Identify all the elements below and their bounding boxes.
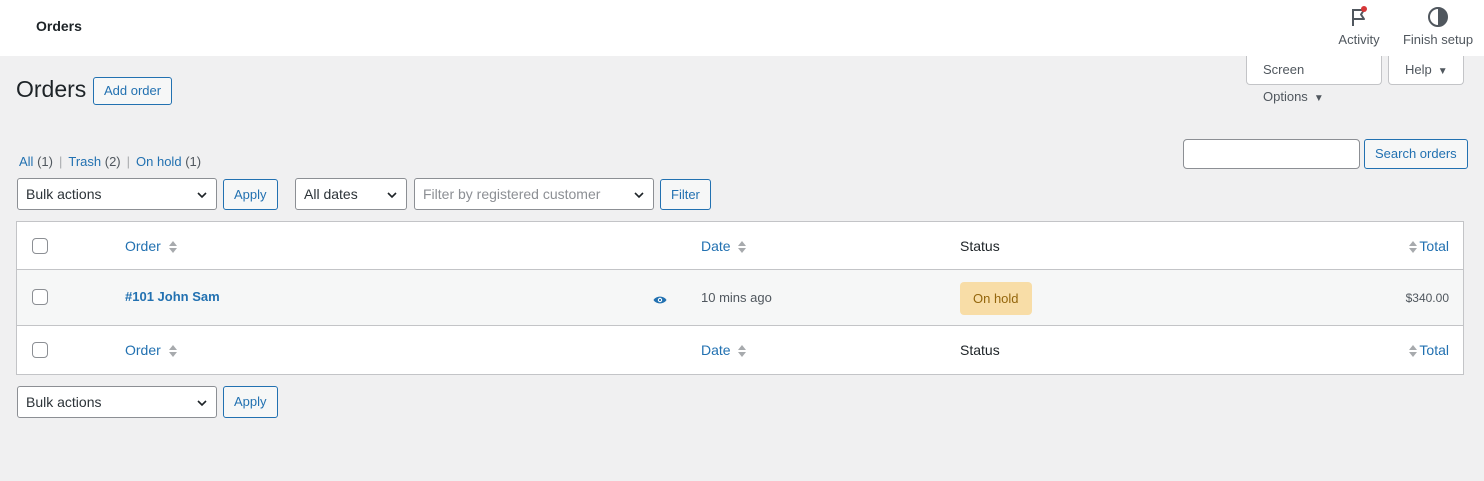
bulk-actions-select-bottom[interactable]: Bulk actions (17, 386, 217, 418)
finish-setup-button[interactable]: Finish setup (1400, 6, 1476, 47)
date-column-header[interactable]: Date (701, 238, 747, 255)
order-column-label: Order (125, 238, 161, 254)
separator: | (58, 154, 63, 169)
bulk-actions-value: Bulk actions (26, 394, 102, 410)
caret-down-icon: ▼ (1437, 66, 1448, 77)
search-orders-input[interactable] (1183, 139, 1360, 169)
customer-filter-placeholder: Filter by registered customer (423, 186, 601, 202)
separator: | (126, 154, 131, 169)
apply-button-top[interactable]: Apply (223, 179, 278, 210)
order-column-footer[interactable]: Order (125, 342, 178, 359)
page-title: Orders (16, 76, 87, 102)
chevron-down-icon (197, 400, 207, 407)
customer-filter-select[interactable]: Filter by registered customer (414, 178, 654, 210)
sort-icon (168, 241, 177, 254)
activity-label: Activity (1338, 32, 1380, 47)
help-label: Help (1405, 62, 1432, 77)
sort-icon (168, 345, 177, 358)
help-button[interactable]: Help ▼ (1388, 56, 1464, 85)
total-column-footer[interactable]: Total (1408, 342, 1449, 359)
select-all-checkbox[interactable] (32, 238, 48, 254)
view-filters: All (1) | Trash (2) | On hold (1) (19, 154, 201, 169)
header-title: Orders (36, 18, 82, 34)
total-column-label: Total (1419, 238, 1449, 254)
view-all-link[interactable]: All (19, 154, 33, 169)
sort-icon (738, 241, 747, 254)
date-column-label: Date (701, 238, 731, 254)
status-column-footer: Status (960, 342, 1000, 358)
flag-icon (1352, 6, 1367, 26)
chevron-down-icon (387, 192, 397, 199)
view-on-hold-count: (1) (185, 154, 202, 169)
date-column-label: Date (701, 342, 731, 358)
sort-icon (1409, 345, 1418, 358)
finish-setup-label: Finish setup (1402, 32, 1474, 47)
screen-options-label: Screen Options (1263, 62, 1308, 104)
bulk-actions-value: Bulk actions (26, 186, 102, 202)
order-date: 10 mins ago (701, 290, 772, 305)
table-row: #101 John Sam 10 mins ago On hold $340.0… (17, 270, 1463, 326)
select-all-checkbox-footer[interactable] (32, 342, 48, 358)
view-on-hold-link[interactable]: On hold (136, 154, 182, 169)
bulk-actions-select-top[interactable]: Bulk actions (17, 178, 217, 210)
total-column-header[interactable]: Total (1408, 238, 1449, 255)
screen-options-button[interactable]: Screen Options ▼ (1246, 56, 1382, 104)
apply-button-bottom[interactable]: Apply (223, 386, 278, 418)
caret-down-icon: ▼ (1313, 93, 1324, 104)
status-column-header: Status (960, 238, 1000, 254)
view-trash-link[interactable]: Trash (68, 154, 101, 169)
orders-table: Order Date Status Total #101 John Sam 10… (16, 221, 1464, 375)
status-badge: On hold (960, 282, 1032, 315)
row-checkbox[interactable] (32, 289, 48, 305)
view-all-count: (1) (37, 154, 53, 169)
chevron-down-icon (197, 192, 207, 199)
order-link[interactable]: #101 John Sam (125, 289, 220, 304)
activity-button[interactable]: Activity (1332, 6, 1386, 47)
table-header-row: Order Date Status Total (17, 222, 1463, 270)
dates-value: All dates (304, 186, 358, 202)
order-column-header[interactable]: Order (125, 238, 178, 255)
order-column-label: Order (125, 342, 161, 358)
add-order-button[interactable]: Add order (93, 77, 173, 105)
table-footer-row: Order Date Status Total (17, 326, 1463, 374)
sort-icon (1409, 241, 1418, 254)
half-circle-icon (1428, 7, 1448, 27)
dates-select[interactable]: All dates (295, 178, 407, 210)
total-column-label: Total (1419, 342, 1449, 358)
search-orders-button[interactable]: Search orders (1364, 139, 1468, 169)
preview-eye-icon[interactable] (653, 292, 667, 308)
sort-icon (738, 345, 747, 358)
order-total: $340.00 (1405, 291, 1449, 305)
chevron-down-icon (634, 192, 644, 199)
view-trash-count: (2) (104, 154, 121, 169)
filter-button[interactable]: Filter (660, 179, 711, 210)
date-column-footer[interactable]: Date (701, 342, 747, 359)
top-header: Orders Activity Finish setup (0, 0, 1484, 56)
